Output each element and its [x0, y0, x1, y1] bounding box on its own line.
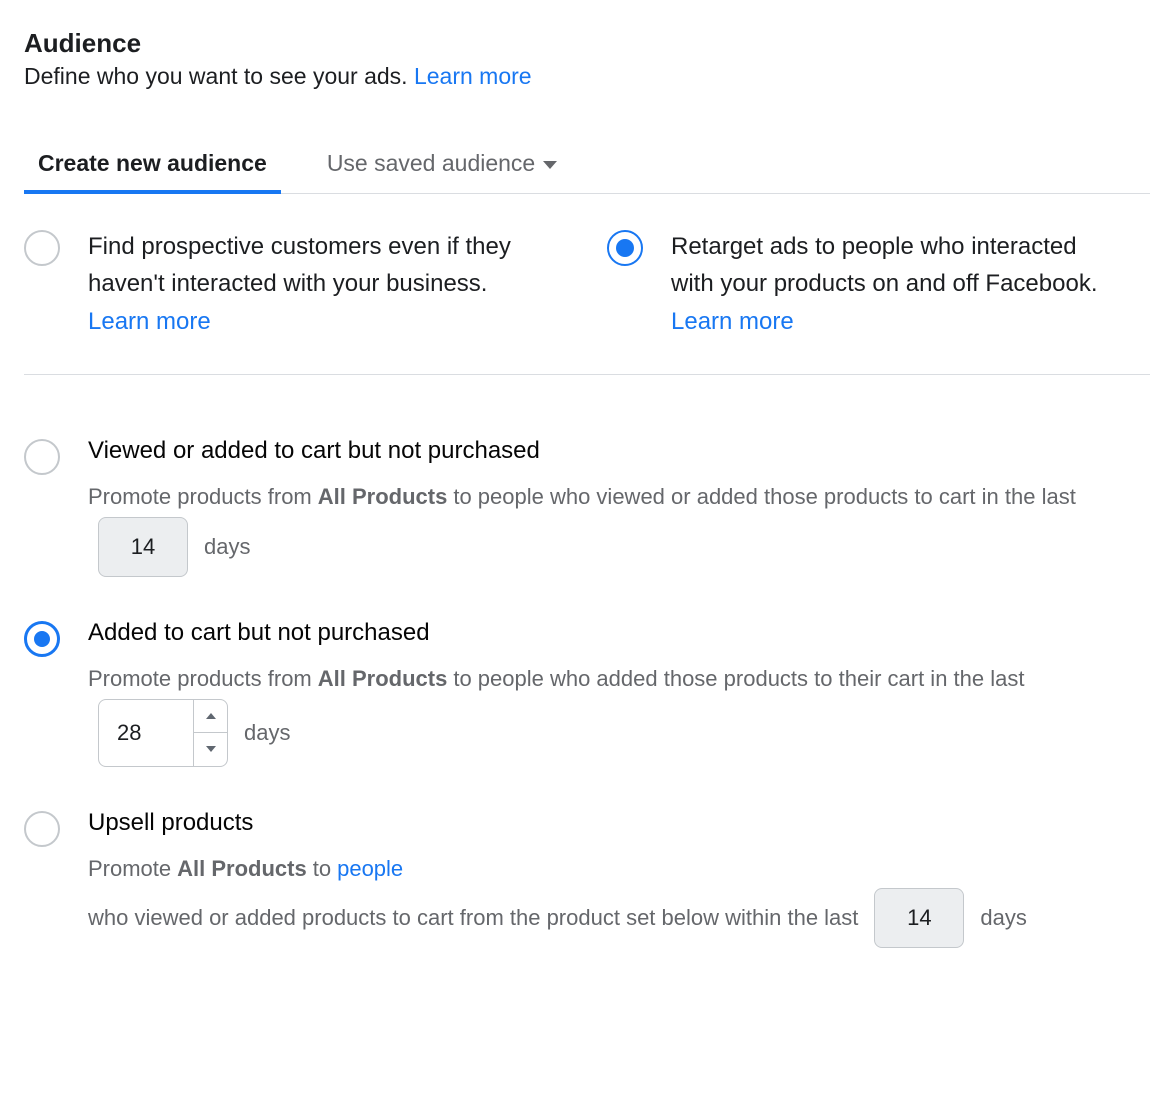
days-label: days [244, 713, 290, 753]
desc-text: who viewed or added products to cart fro… [88, 898, 858, 938]
days-input-upsell[interactable]: 14 [874, 888, 964, 948]
radio-retarget[interactable]: Retarget ads to people who interacted wi… [607, 228, 1150, 336]
viewed-title: Viewed or added to cart but not purchase… [88, 437, 1150, 465]
down-arrow-icon [206, 746, 216, 752]
audience-learn-more-link[interactable]: Learn more [414, 63, 532, 89]
audience-tabs: Create new audience Use saved audience [24, 140, 1150, 194]
radio-icon [24, 621, 60, 657]
up-arrow-icon [206, 713, 216, 719]
upsell-title: Upsell products [88, 809, 1150, 837]
tab-use-saved-audience[interactable]: Use saved audience [327, 140, 557, 193]
desc-text: Promote products from [88, 659, 312, 699]
people-link[interactable]: people [337, 849, 403, 889]
desc-text: Promote products from [88, 477, 312, 517]
days-label: days [204, 527, 250, 567]
days-label: days [980, 898, 1026, 938]
retarget-text: Retarget ads to people who interacted wi… [671, 228, 1111, 302]
all-products-label: All Products [318, 477, 448, 517]
audience-subtitle-text: Define who you want to see your ads. [24, 63, 408, 89]
radio-icon [24, 811, 60, 847]
radio-added-to-cart[interactable]: Added to cart but not purchased Promote … [24, 619, 1150, 767]
radio-upsell-products[interactable]: Upsell products Promote All Products to … [24, 809, 1150, 949]
days-value: 28 [99, 713, 193, 753]
desc-text: Promote [88, 849, 171, 889]
desc-text: to [313, 849, 331, 889]
desc-text: to people who viewed or added those prod… [453, 477, 1076, 517]
days-stepper-added[interactable]: 28 [98, 699, 228, 767]
added-title: Added to cart but not purchased [88, 619, 1150, 647]
prospective-learn-more-link[interactable]: Learn more [88, 308, 211, 336]
all-products-label: All Products [318, 659, 448, 699]
radio-icon [607, 230, 643, 266]
added-desc: Promote products from All Products to pe… [88, 659, 1150, 767]
radio-icon [24, 439, 60, 475]
days-input-viewed[interactable]: 14 [98, 517, 188, 577]
tab-create-new-audience[interactable]: Create new audience [38, 140, 267, 193]
radio-viewed-or-added[interactable]: Viewed or added to cart but not purchase… [24, 437, 1150, 577]
stepper-up-button[interactable] [194, 700, 227, 733]
tab-saved-label: Use saved audience [327, 150, 535, 177]
stepper-down-button[interactable] [194, 732, 227, 766]
tab-create-label: Create new audience [38, 150, 267, 177]
retarget-learn-more-link[interactable]: Learn more [671, 308, 794, 336]
retarget-options-group: Viewed or added to cart but not purchase… [24, 437, 1150, 948]
audience-subtitle: Define who you want to see your ads. Lea… [24, 63, 1150, 90]
stepper [193, 700, 227, 766]
prospective-text: Find prospective customers even if they … [88, 228, 528, 302]
audience-heading: Audience [24, 28, 1150, 59]
chevron-down-icon [543, 161, 557, 169]
radio-prospective-customers[interactable]: Find prospective customers even if they … [24, 228, 567, 336]
desc-text: to people who added those products to th… [453, 659, 1024, 699]
all-products-label: All Products [177, 849, 307, 889]
viewed-desc: Promote products from All Products to pe… [88, 477, 1150, 577]
upsell-desc: Promote All Products to people who viewe… [88, 849, 1150, 949]
radio-icon [24, 230, 60, 266]
targeting-mode-group: Find prospective customers even if they … [24, 194, 1150, 375]
